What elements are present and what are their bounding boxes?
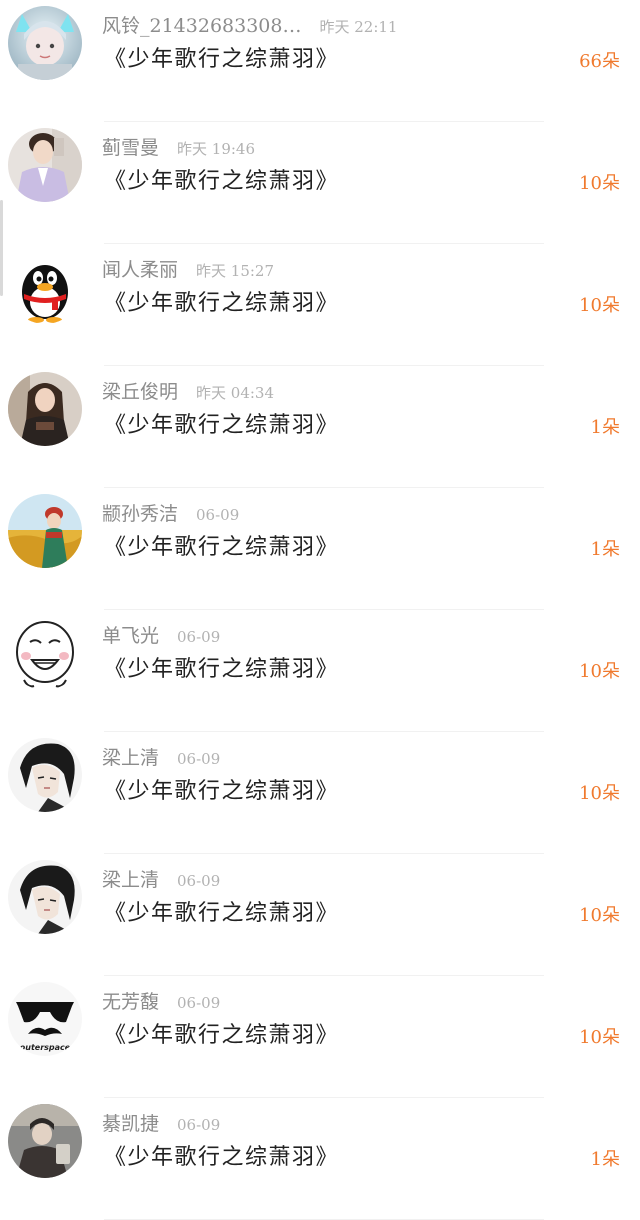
username[interactable]: 梁丘俊明 (102, 381, 178, 403)
list-item[interactable]: 闻人柔丽 昨天 15:27 《少年歌行之综萧羽》 10朵 (0, 244, 640, 366)
ink-swordsman-avatar-icon (8, 738, 82, 812)
list-item[interactable]: 梁上清 06-09 《少年歌行之综萧羽》 10朵 (0, 854, 640, 976)
dim-photo-avatar-icon (8, 1104, 82, 1178)
flower-count: 10朵 (579, 1027, 620, 1048)
sunglasses-mustache-avatar-icon: outerspace (8, 982, 82, 1056)
book-title[interactable]: 《少年歌行之综萧羽》 (104, 288, 339, 320)
book-title[interactable]: 《少年歌行之综萧羽》 (104, 898, 339, 930)
timestamp: 昨天 04:34 (196, 384, 275, 402)
list-item[interactable]: 颛孙秀洁 06-09 《少年歌行之综萧羽》 1朵 (0, 488, 640, 610)
list-item[interactable]: 单飞光 06-09 《少年歌行之综萧羽》 10朵 (0, 610, 640, 732)
avatar[interactable] (8, 6, 82, 80)
book-title[interactable]: 《少年歌行之综萧羽》 (104, 654, 339, 686)
timestamp: 昨天 19:46 (177, 140, 256, 158)
meta-line: 闻人柔丽 昨天 15:27 (102, 256, 274, 284)
timestamp: 06-09 (177, 994, 221, 1012)
username[interactable]: 蓟雪曼 (102, 137, 159, 159)
timestamp: 06-09 (177, 750, 221, 768)
book-title[interactable]: 《少年歌行之综萧羽》 (104, 410, 339, 442)
username[interactable]: 綦凯捷 (102, 1113, 159, 1135)
meme-face-avatar-icon (8, 616, 82, 690)
flower-count: 10朵 (579, 783, 620, 804)
username[interactable]: 闻人柔丽 (102, 259, 178, 281)
flower-count: 10朵 (579, 905, 620, 926)
book-title[interactable]: 《少年歌行之综萧羽》 (104, 166, 339, 198)
avatar[interactable] (8, 128, 82, 202)
meta-line: 颛孙秀洁 06-09 (102, 500, 239, 528)
avatar[interactable] (8, 1104, 82, 1178)
flower-count: 1朵 (590, 417, 620, 438)
timestamp: 昨天 15:27 (196, 262, 275, 280)
meta-line: 梁丘俊明 昨天 04:34 (102, 378, 274, 406)
avatar[interactable] (8, 250, 82, 324)
timestamp: 06-09 (177, 628, 221, 646)
username[interactable]: 无芳馥 (102, 991, 159, 1013)
meta-line: 单飞光 06-09 (102, 622, 220, 650)
meta-line: 蓟雪曼 昨天 19:46 (102, 134, 255, 162)
timestamp: 06-09 (177, 1116, 221, 1134)
username[interactable]: 梁上清 (102, 747, 159, 769)
book-title[interactable]: 《少年歌行之综萧羽》 (104, 1142, 339, 1174)
girl-field-avatar-icon (8, 494, 82, 568)
cat-ears-avatar-icon (8, 6, 82, 80)
timestamp: 昨天 22:11 (319, 18, 398, 36)
username[interactable]: 颛孙秀洁 (102, 503, 178, 525)
list-item[interactable]: 梁丘俊明 昨天 04:34 《少年歌行之综萧羽》 1朵 (0, 366, 640, 488)
flower-count: 1朵 (590, 539, 620, 560)
avatar[interactable]: outerspace (8, 982, 82, 1056)
list-item[interactable]: outerspace 无芳馥 06-09 《少年歌行之综萧羽》 10朵 (0, 976, 640, 1098)
avatar[interactable] (8, 372, 82, 446)
girl-photo-avatar-icon (8, 372, 82, 446)
avatar[interactable] (8, 616, 82, 690)
flower-count: 10朵 (579, 173, 620, 194)
gift-list: 风铃_21432683308… 昨天 22:11 《少年歌行之综萧羽》 66朵 蓟… (0, 0, 640, 1220)
book-title[interactable]: 《少年歌行之综萧羽》 (104, 532, 339, 564)
avatar[interactable] (8, 860, 82, 934)
meta-line: 风铃_21432683308… 昨天 22:11 (102, 12, 397, 40)
qq-penguin-avatar-icon (8, 250, 82, 324)
ink-swordsman-avatar-icon (8, 860, 82, 934)
meta-line: 梁上清 06-09 (102, 744, 220, 772)
meta-line: 无芳馥 06-09 (102, 988, 220, 1016)
book-title[interactable]: 《少年歌行之综萧羽》 (104, 776, 339, 808)
meta-line: 梁上清 06-09 (102, 866, 220, 894)
book-title[interactable]: 《少年歌行之综萧羽》 (104, 44, 339, 76)
avatar[interactable] (8, 738, 82, 812)
username[interactable]: 梁上清 (102, 869, 159, 891)
meta-line: 綦凯捷 06-09 (102, 1110, 220, 1138)
username[interactable]: 风铃_21432683308… (102, 15, 301, 37)
flower-count: 1朵 (590, 1149, 620, 1170)
flower-count: 10朵 (579, 295, 620, 316)
boy-photo-avatar-icon (8, 128, 82, 202)
avatar[interactable] (8, 494, 82, 568)
list-item[interactable]: 蓟雪曼 昨天 19:46 《少年歌行之综萧羽》 10朵 (0, 122, 640, 244)
flower-count: 66朵 (579, 51, 620, 72)
timestamp: 06-09 (177, 872, 221, 890)
list-item[interactable]: 梁上清 06-09 《少年歌行之综萧羽》 10朵 (0, 732, 640, 854)
timestamp: 06-09 (196, 506, 240, 524)
username[interactable]: 单飞光 (102, 625, 159, 647)
list-item[interactable]: 风铃_21432683308… 昨天 22:11 《少年歌行之综萧羽》 66朵 (0, 0, 640, 122)
book-title[interactable]: 《少年歌行之综萧羽》 (104, 1020, 339, 1052)
list-item[interactable]: 綦凯捷 06-09 《少年歌行之综萧羽》 1朵 (0, 1098, 640, 1220)
avatar-brand-text: outerspace (20, 1043, 71, 1052)
flower-count: 10朵 (579, 661, 620, 682)
